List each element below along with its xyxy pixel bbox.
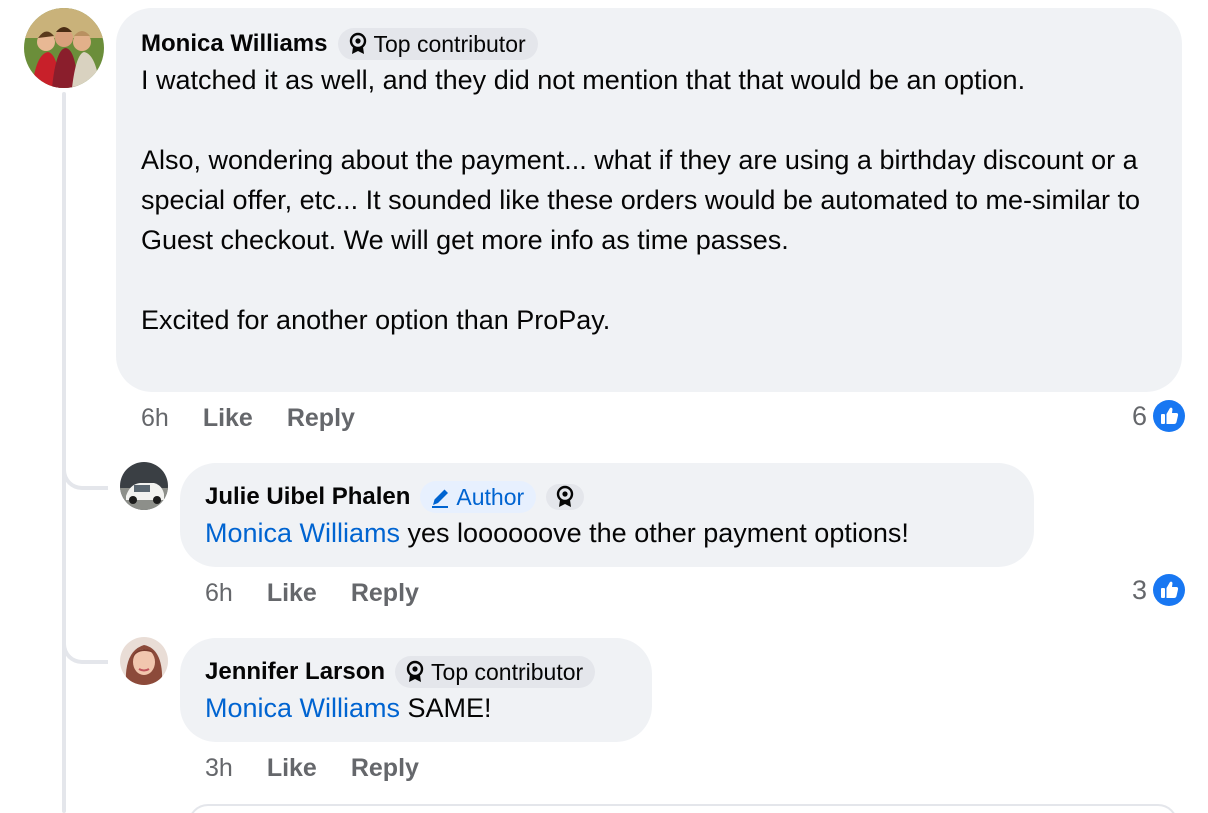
mention-link[interactable]: Monica Williams [205,693,400,723]
comment-actions: 6h Like Reply [141,402,355,434]
author-name[interactable]: Jennifer Larson [205,656,385,688]
mention-link[interactable]: Monica Williams [205,518,400,548]
badge-label: Author [456,484,525,510]
avatar-photo [120,462,168,510]
reaction-count: 3 [1132,575,1148,605]
pencil-icon [430,485,450,509]
reply-button[interactable]: Reply [287,402,355,434]
comment-actions: 3h Like Reply [205,752,419,784]
comment-bubble: Jennifer Larson Top contributor Monica W… [180,638,652,742]
like-button[interactable]: Like [267,577,317,609]
timestamp[interactable]: 6h [141,402,169,434]
reaction-summary[interactable]: 3 [1132,574,1186,606]
author-badge[interactable]: Author [420,481,537,513]
comment-actions: 6h Like Reply [205,577,419,609]
like-thumb-icon [1153,574,1186,606]
thread-line [62,92,66,813]
comment-text: I watched it as well, and they did not m… [141,65,1141,335]
top-contributor-badge[interactable]: Top contributor [395,656,596,688]
like-button[interactable]: Like [267,752,317,784]
reply-text: yes loooooove the other payment options! [400,518,909,548]
comment-bubble: Julie Uibel Phalen Author Monica William… [180,463,1034,567]
comment-header: Julie Uibel Phalen Author [205,481,1010,513]
timestamp[interactable]: 3h [205,752,233,784]
comment-bubble: Monica Williams Top contributor I watche… [116,8,1182,392]
comment-text: Monica Williams yes loooooove the other … [205,513,1010,553]
avatar[interactable] [120,637,168,685]
avatar-photo [120,637,168,685]
top-contributor-badge[interactable] [546,484,585,510]
reaction-count: 6 [1132,401,1148,431]
reply-input[interactable] [188,804,1178,813]
top-contributor-badge[interactable]: Top contributor [337,28,538,60]
reply-text: SAME! [400,693,492,723]
like-button[interactable]: Like [203,402,253,434]
comment-text: Monica Williams SAME! [205,688,628,728]
thread-branch [62,634,108,664]
reply-button[interactable]: Reply [351,752,419,784]
reply-button[interactable]: Reply [351,577,419,609]
timestamp[interactable]: 6h [205,577,233,609]
badge-label: Top contributor [431,659,584,685]
badge-label: Top contributor [373,31,526,57]
comment-header: Monica Williams Top contributor [141,28,1158,60]
author-name[interactable]: Julie Uibel Phalen [205,481,410,513]
thread-branch [62,460,108,490]
avatar[interactable] [120,462,168,510]
author-name[interactable]: Monica Williams [141,28,328,60]
award-ribbon-icon [348,32,368,56]
like-thumb-icon [1153,400,1186,432]
comment-thread: Monica Williams Top contributor I watche… [0,0,1208,813]
reaction-summary[interactable]: 6 [1132,400,1186,432]
avatar-photo [24,8,104,88]
award-ribbon-icon [405,660,425,684]
comment-header: Jennifer Larson Top contributor [205,656,628,688]
avatar[interactable] [24,8,104,88]
award-ribbon-icon [555,485,575,509]
